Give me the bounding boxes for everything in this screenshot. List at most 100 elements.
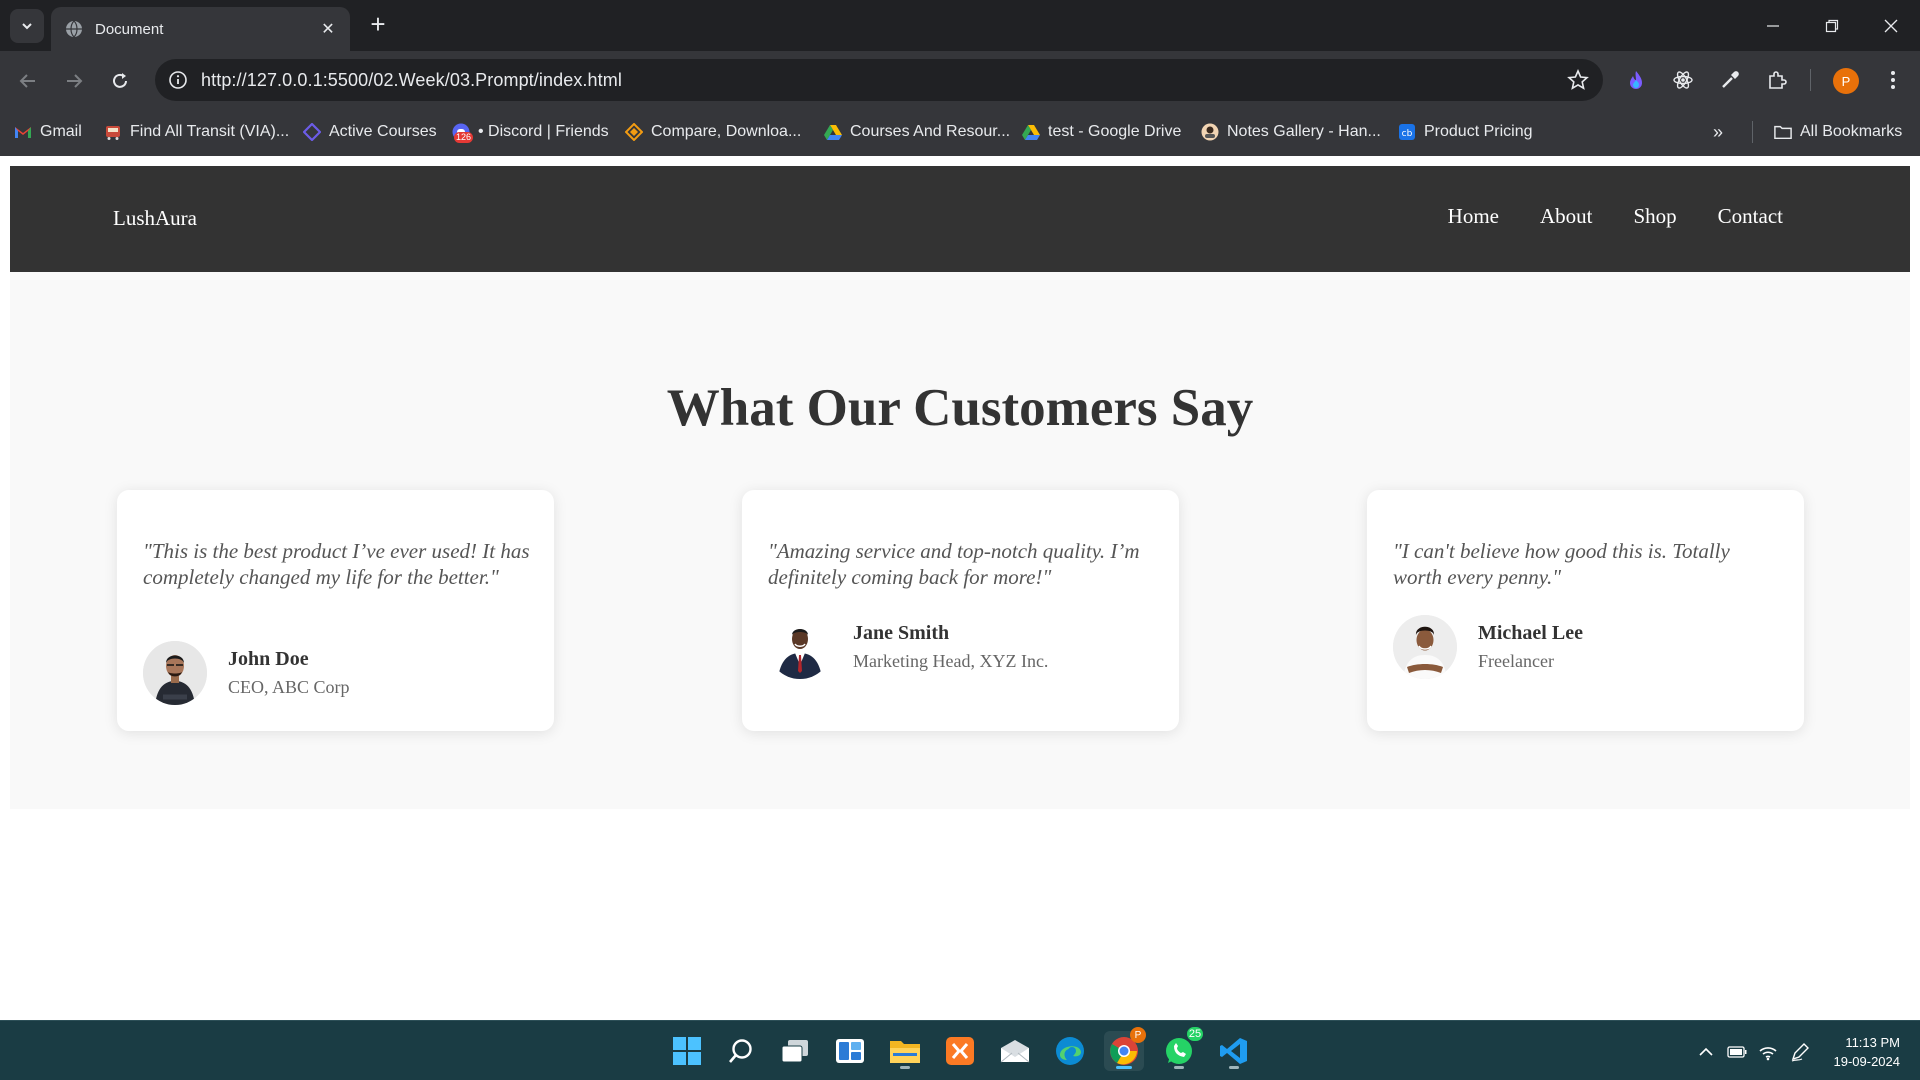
- bookmark-label: Gmail: [40, 123, 82, 140]
- testimonial-name: John Doe: [228, 648, 309, 670]
- address-url[interactable]: http://127.0.0.1:5500/02.Week/03.Prompt/…: [201, 70, 622, 91]
- bookmark-gmail[interactable]: Gmail: [14, 119, 82, 145]
- running-indicator: [1229, 1066, 1239, 1069]
- bookmark-active-courses[interactable]: Active Courses: [303, 119, 437, 145]
- vscode-icon[interactable]: [1214, 1031, 1254, 1071]
- globe-icon: [66, 20, 82, 38]
- minimize-button[interactable]: [1753, 8, 1793, 44]
- bookmark-label: Courses And Resour...: [850, 123, 1011, 140]
- bookmark-transit[interactable]: Find All Transit (VIA)...: [104, 119, 289, 145]
- site-info-icon[interactable]: [165, 67, 191, 93]
- show-hidden-icons-chevron-icon[interactable]: [1694, 1041, 1718, 1063]
- restore-button[interactable]: [1812, 8, 1852, 44]
- nav-link-home[interactable]: Home: [1448, 204, 1499, 229]
- browser-menu-icon[interactable]: [1879, 66, 1907, 94]
- new-tab-button[interactable]: +: [363, 10, 393, 40]
- discord-badge: 126: [454, 132, 474, 143]
- mail-icon[interactable]: [995, 1031, 1035, 1071]
- testimonials-section: What Our Customers Say "This is the best…: [10, 272, 1910, 809]
- browser-tab-active[interactable]: Document ✕: [51, 7, 350, 51]
- google-drive-icon: [824, 123, 842, 141]
- section-heading: What Our Customers Say: [666, 379, 1254, 437]
- bookmark-label: Active Courses: [329, 123, 437, 140]
- toolbar-divider: [1810, 69, 1811, 91]
- all-bookmarks-folder[interactable]: All Bookmarks: [1774, 119, 1902, 145]
- bookmarks-bar: Gmail Find All Transit (VIA)... Active C…: [0, 109, 1920, 156]
- testimonial-quote: "Amazing service and top-notch quality. …: [768, 539, 1140, 589]
- pricing-icon: cb: [1398, 123, 1416, 141]
- battery-icon[interactable]: [1725, 1041, 1749, 1063]
- active-indicator: [1116, 1066, 1132, 1069]
- extension-eyedropper-icon[interactable]: [1716, 66, 1744, 94]
- browser-toolbar: http://127.0.0.1:5500/02.Week/03.Prompt/…: [0, 51, 1920, 109]
- wifi-icon[interactable]: [1756, 1041, 1780, 1063]
- bookmarks-divider: [1752, 121, 1753, 143]
- arrow-left-icon: [19, 74, 35, 88]
- file-explorer-icon[interactable]: [885, 1031, 925, 1071]
- search-icon[interactable]: [721, 1031, 761, 1071]
- clock-date: 19-09-2024: [1833, 1054, 1901, 1069]
- close-window-button[interactable]: [1871, 8, 1911, 44]
- bookmark-notes-gallery[interactable]: Notes Gallery - Han...: [1201, 119, 1381, 145]
- task-view-icon[interactable]: [775, 1031, 815, 1071]
- address-bar[interactable]: http://127.0.0.1:5500/02.Week/03.Prompt/…: [155, 59, 1603, 101]
- testimonial-name: Michael Lee: [1478, 622, 1583, 644]
- testimonial-quote: "I can't believe how good this is. Total…: [1393, 539, 1730, 589]
- testimonial-card: "This is the best product I’ve ever used…: [117, 490, 554, 731]
- chrome-browser-icon[interactable]: P: [1104, 1027, 1146, 1071]
- running-indicator: [1174, 1066, 1184, 1069]
- avatar: [143, 641, 207, 705]
- widgets-icon[interactable]: [830, 1031, 870, 1071]
- testimonial-author: Jane Smith Marketing Head, XYZ Inc.: [768, 615, 1048, 679]
- site-header: LushAura Home About Shop Contact: [10, 166, 1910, 272]
- bookmark-star-icon[interactable]: [1567, 68, 1589, 96]
- bookmark-compare[interactable]: Compare, Downloa...: [625, 119, 801, 145]
- tab-title: Document: [95, 20, 164, 38]
- gmail-icon: [14, 123, 32, 141]
- tab-close-icon[interactable]: ✕: [318, 19, 338, 39]
- bookmark-product-pricing[interactable]: cb Product Pricing: [1398, 119, 1533, 145]
- running-indicator: [900, 1066, 910, 1069]
- start-windows-icon[interactable]: [667, 1031, 707, 1071]
- testimonial-author: John Doe CEO, ABC Corp: [143, 641, 350, 705]
- restore-icon: [1825, 19, 1839, 33]
- compare-icon: [625, 123, 643, 141]
- bookmark-courses-resources[interactable]: Courses And Resour...: [824, 119, 1010, 145]
- back-button[interactable]: [12, 65, 44, 97]
- reload-button[interactable]: [104, 65, 136, 97]
- tab-search-button[interactable]: [10, 9, 44, 43]
- bookmark-label: • Discord | Friends: [478, 123, 609, 140]
- bookmark-discord[interactable]: 126 • Discord | Friends: [452, 119, 609, 145]
- os-taskbar: P 25 11:13 PM 19-09-2024: [0, 1020, 1920, 1080]
- svg-text:cb: cb: [1402, 129, 1413, 139]
- bookmark-label: test - Google Drive: [1048, 123, 1182, 140]
- transit-icon: [104, 123, 122, 141]
- nav-link-about[interactable]: About: [1540, 204, 1593, 229]
- browser-tabbar: Document ✕ +: [0, 0, 1920, 51]
- nav-link-contact[interactable]: Contact: [1718, 204, 1783, 229]
- testimonial-role: Freelancer: [1478, 651, 1554, 671]
- edge-browser-icon[interactable]: [1050, 1031, 1090, 1071]
- whatsapp-badge: 25: [1185, 1025, 1205, 1043]
- bookmark-test-drive[interactable]: test - Google Drive: [1022, 119, 1181, 145]
- profile-avatar[interactable]: P: [1833, 68, 1859, 94]
- testimonial-name: Jane Smith: [853, 622, 950, 644]
- forward-button[interactable]: [58, 65, 90, 97]
- extension-react-icon[interactable]: [1669, 66, 1697, 94]
- taskbar-clock[interactable]: 11:13 PM 19-09-2024: [1828, 1033, 1901, 1071]
- more-bookmarks-chevron-icon[interactable]: »: [1713, 119, 1723, 145]
- chevron-down-icon: [22, 23, 32, 30]
- google-drive-icon: [1022, 123, 1040, 141]
- arrow-right-icon: [67, 74, 83, 88]
- whatsapp-icon[interactable]: 25: [1159, 1025, 1205, 1071]
- testimonial-quote: "This is the best product I’ve ever used…: [143, 539, 530, 589]
- bookmark-label: Find All Transit (VIA)...: [130, 123, 290, 140]
- extension-flame-icon[interactable]: [1622, 66, 1650, 94]
- nav-link-shop[interactable]: Shop: [1633, 204, 1676, 229]
- xampp-icon[interactable]: [940, 1031, 980, 1071]
- extensions-puzzle-icon[interactable]: [1763, 66, 1791, 94]
- pen-icon[interactable]: [1788, 1041, 1812, 1063]
- site-logo[interactable]: LushAura: [113, 206, 197, 231]
- reload-icon: [113, 73, 127, 88]
- site-nav: Home About Shop Contact: [1448, 204, 1783, 229]
